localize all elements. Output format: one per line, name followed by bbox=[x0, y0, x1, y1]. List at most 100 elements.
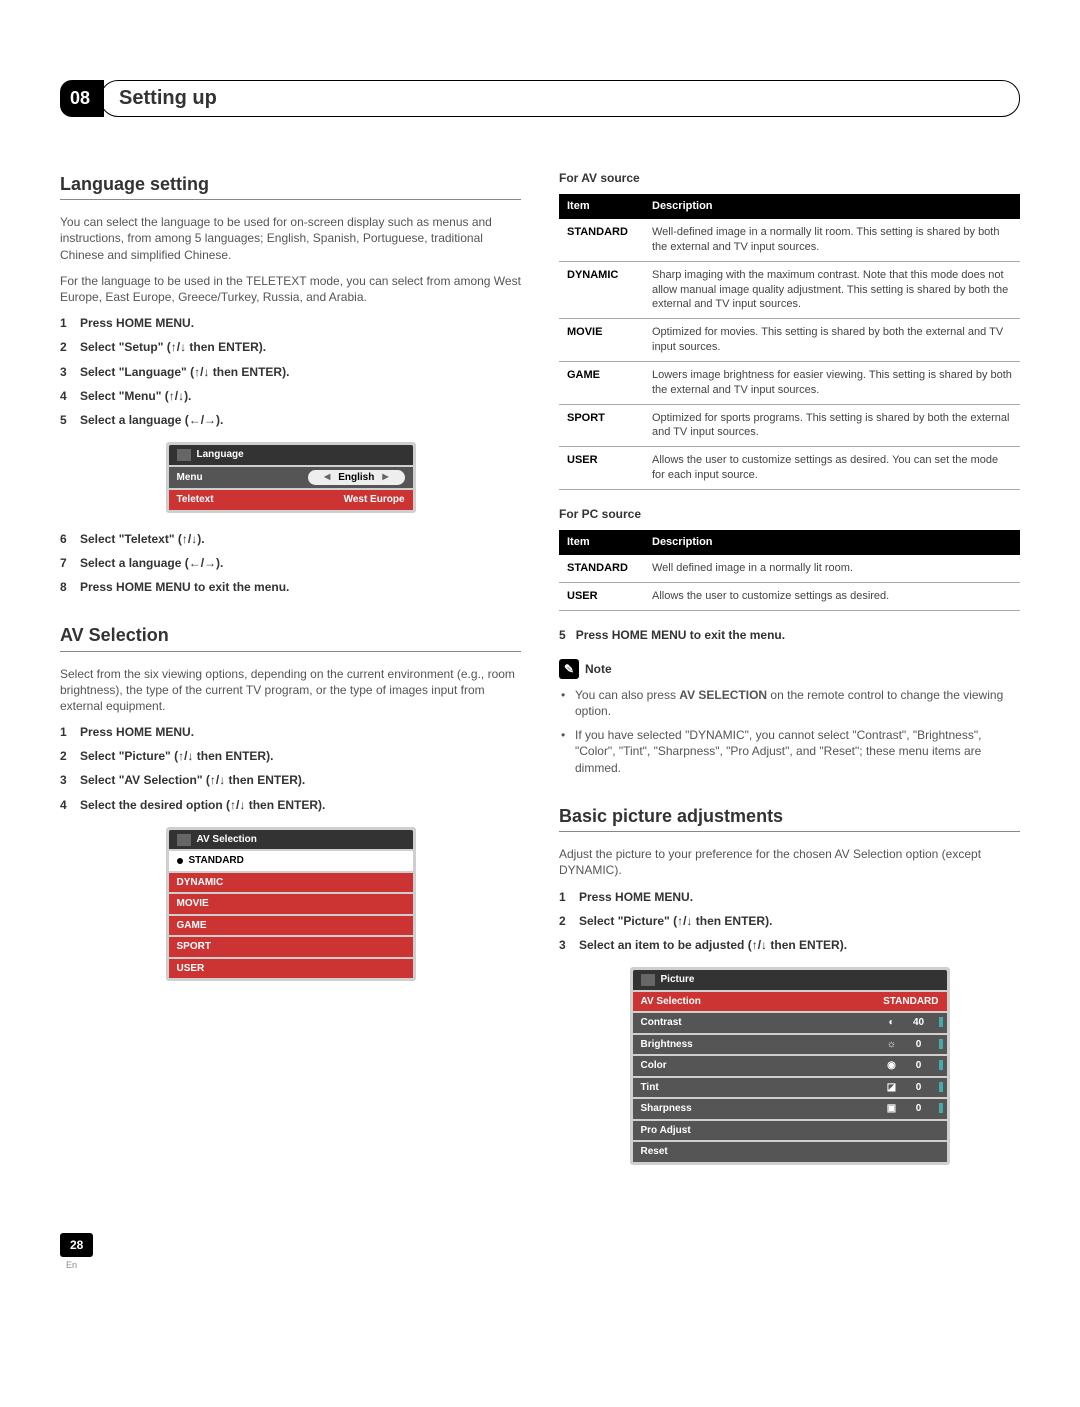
table-row: SPORTOptimized for sports programs. This… bbox=[559, 404, 1020, 447]
osd-row-pro-adjust: Pro Adjust bbox=[633, 1121, 947, 1141]
table-header-item: Item bbox=[559, 194, 644, 219]
osd-item-label: GAME bbox=[177, 919, 207, 933]
osd-item-label: USER bbox=[177, 962, 205, 976]
step-number: 5 bbox=[559, 628, 566, 642]
picture-icon bbox=[641, 974, 655, 986]
paragraph: You can select the language to be used f… bbox=[60, 214, 521, 263]
slider-value: 0 bbox=[905, 1059, 933, 1073]
table-cell-item: USER bbox=[559, 582, 644, 610]
slider-thumb bbox=[939, 1103, 943, 1113]
note-list: You can also press AV SELECTION on the r… bbox=[559, 687, 1020, 776]
slider-value: 0 bbox=[905, 1081, 933, 1095]
table-cell-desc: Optimized for sports programs. This sett… bbox=[644, 404, 1020, 447]
osd-row-label: Reset bbox=[641, 1145, 668, 1159]
slider-value: 0 bbox=[905, 1102, 933, 1116]
picture-icon bbox=[177, 834, 191, 846]
slider-thumb bbox=[939, 1017, 943, 1027]
osd-title-bar: AV Selection bbox=[169, 830, 413, 850]
selected-bullet-icon bbox=[177, 858, 183, 864]
table-cell-item: STANDARD bbox=[559, 219, 644, 261]
paragraph: For the language to be used in the TELET… bbox=[60, 273, 521, 305]
step-item: 5 Press HOME MENU to exit the menu. bbox=[559, 627, 1020, 643]
table-cell-desc: Well-defined image in a normally lit roo… bbox=[644, 219, 1020, 261]
av-source-table: Item Description STANDARDWell-defined im… bbox=[559, 194, 1020, 490]
steps-list: Select "Teletext" (↑/↓). Select a langua… bbox=[60, 531, 521, 596]
step-item: Press HOME MENU to exit the menu. bbox=[60, 579, 521, 595]
table-row: DYNAMICSharp imaging with the maximum co… bbox=[559, 261, 1020, 319]
step-item: Select a language (←/→). bbox=[60, 555, 521, 571]
osd-row-value: STANDARD bbox=[883, 995, 938, 1009]
note-item: If you have selected "DYNAMIC", you cann… bbox=[575, 727, 1020, 776]
table-cell-item: GAME bbox=[559, 361, 644, 404]
osd-item-label: STANDARD bbox=[189, 855, 244, 866]
osd-row-color: Color ◉ 0 bbox=[633, 1056, 947, 1076]
slider-value: 0 bbox=[905, 1038, 933, 1052]
osd-item-user: USER bbox=[169, 959, 413, 979]
osd-row-av-selection: AV Selection STANDARD bbox=[633, 992, 947, 1012]
table-header-description: Description bbox=[644, 194, 1020, 219]
note-label-text: Note bbox=[585, 661, 612, 677]
left-arrow-icon: ◀ bbox=[324, 472, 330, 483]
section-heading-basic-picture: Basic picture adjustments bbox=[559, 804, 1020, 832]
osd-row-tint: Tint ◪ 0 bbox=[633, 1078, 947, 1098]
osd-row-brightness: Brightness ☼ 0 bbox=[633, 1035, 947, 1055]
color-icon: ◉ bbox=[885, 1059, 899, 1073]
osd-item-sport: SPORT bbox=[169, 937, 413, 957]
gear-icon bbox=[177, 449, 191, 461]
table-cell-desc: Sharp imaging with the maximum contrast.… bbox=[644, 261, 1020, 319]
osd-spinner-value: English bbox=[338, 471, 374, 485]
brightness-icon: ☼ bbox=[885, 1038, 899, 1052]
osd-row-label: Sharpness bbox=[641, 1102, 692, 1116]
osd-title-text: Language bbox=[197, 448, 244, 462]
section-heading-language: Language setting bbox=[60, 172, 521, 200]
page-number-badge: 28 bbox=[60, 1233, 93, 1257]
osd-language-menu: Language Menu ◀ English ▶ Teletext West … bbox=[166, 442, 416, 513]
table-heading-av-source: For AV source bbox=[559, 170, 1020, 186]
table-row: MOVIEOptimized for movies. This setting … bbox=[559, 319, 1020, 362]
table-row: STANDARDWell defined image in a normally… bbox=[559, 555, 1020, 582]
table-cell-desc: Optimized for movies. This setting is sh… bbox=[644, 319, 1020, 362]
table-cell-desc: Allows the user to customize settings as… bbox=[644, 447, 1020, 490]
paragraph: Adjust the picture to your preference fo… bbox=[559, 846, 1020, 878]
osd-item-label: MOVIE bbox=[177, 897, 209, 911]
table-row: USERAllows the user to customize setting… bbox=[559, 447, 1020, 490]
osd-item-game: GAME bbox=[169, 916, 413, 936]
osd-row-label: Contrast bbox=[641, 1016, 682, 1030]
step-item: Select "AV Selection" (↑/↓ then ENTER). bbox=[60, 772, 521, 788]
osd-item-standard: STANDARD bbox=[169, 851, 413, 871]
osd-row-label: Tint bbox=[641, 1081, 659, 1095]
tint-icon: ◪ bbox=[885, 1081, 899, 1095]
osd-title-bar: Language bbox=[169, 445, 413, 465]
osd-row-label: Brightness bbox=[641, 1038, 693, 1052]
osd-row-reset: Reset bbox=[633, 1142, 947, 1162]
step-item: Select "Teletext" (↑/↓). bbox=[60, 531, 521, 547]
steps-list: Press HOME MENU. Select "Setup" (↑/↓ the… bbox=[60, 315, 521, 428]
osd-row-label: Menu bbox=[177, 471, 203, 485]
chapter-number-badge: 08 bbox=[60, 80, 104, 116]
table-cell-item: MOVIE bbox=[559, 319, 644, 362]
paragraph: Select from the six viewing options, dep… bbox=[60, 666, 521, 715]
steps-list: Press HOME MENU. Select "Picture" (↑/↓ t… bbox=[559, 889, 1020, 954]
table-cell-item: STANDARD bbox=[559, 555, 644, 582]
table-cell-item: USER bbox=[559, 447, 644, 490]
step-item: Select "Setup" (↑/↓ then ENTER). bbox=[60, 339, 521, 355]
osd-item-label: DYNAMIC bbox=[177, 876, 224, 890]
left-column: Language setting You can select the lang… bbox=[60, 162, 521, 1183]
note-item: You can also press AV SELECTION on the r… bbox=[575, 687, 1020, 719]
osd-title-text: AV Selection bbox=[197, 833, 257, 847]
table-row: STANDARDWell-defined image in a normally… bbox=[559, 219, 1020, 261]
osd-row-menu: Menu ◀ English ▶ bbox=[169, 467, 413, 489]
step-item: Press HOME MENU. bbox=[60, 315, 521, 331]
osd-row-value: West Europe bbox=[344, 493, 405, 507]
step-item: Select "Picture" (↑/↓ then ENTER). bbox=[60, 748, 521, 764]
step-item: Select the desired option (↑/↓ then ENTE… bbox=[60, 797, 521, 813]
slider-thumb bbox=[939, 1039, 943, 1049]
steps-list: Press HOME MENU. Select "Picture" (↑/↓ t… bbox=[60, 724, 521, 813]
step-item: Select a language (←/→). bbox=[60, 412, 521, 428]
step-item: Select "Language" (↑/↓ then ENTER). bbox=[60, 364, 521, 380]
osd-item-label: SPORT bbox=[177, 940, 211, 954]
contrast-icon: ◐ bbox=[885, 1016, 899, 1030]
osd-row-contrast: Contrast ◐ 40 bbox=[633, 1013, 947, 1033]
osd-row-label: Color bbox=[641, 1059, 667, 1073]
table-cell-desc: Lowers image brightness for easier viewi… bbox=[644, 361, 1020, 404]
